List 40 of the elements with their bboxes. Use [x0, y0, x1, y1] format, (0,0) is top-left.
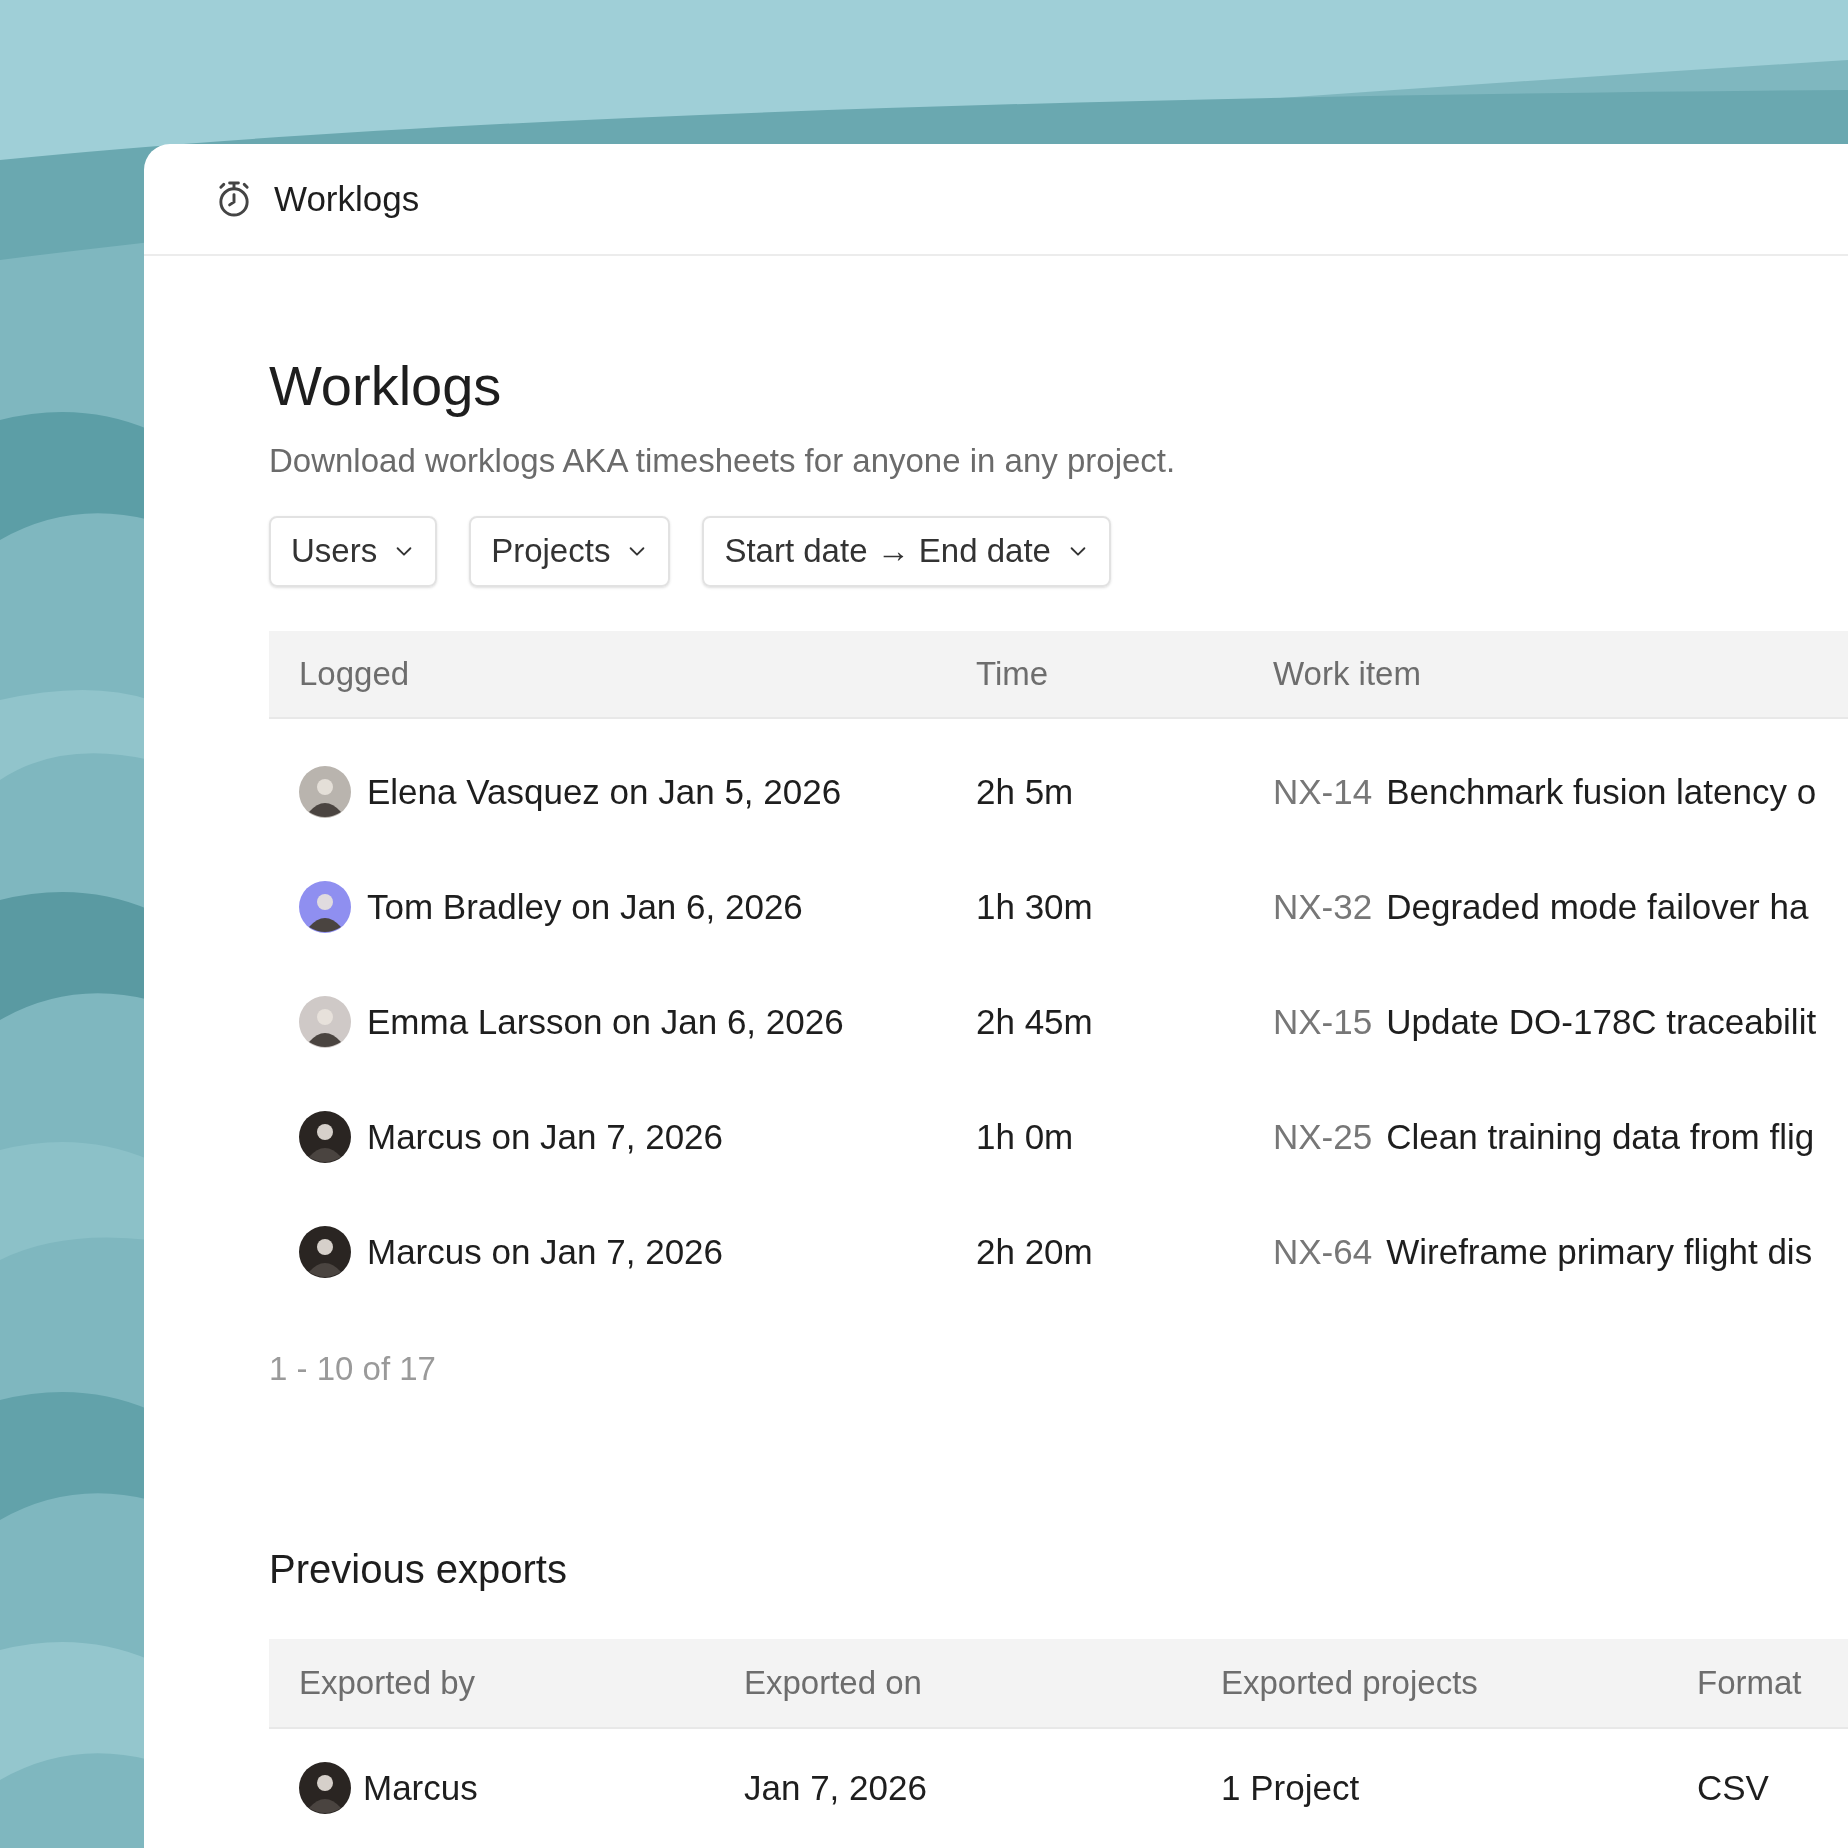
work-item-key: NX-14	[1273, 765, 1373, 819]
exported-on-cell-text: Jan 7, 2026	[744, 1766, 928, 1809]
logged-text: Tom Bradley on Jan 6, 2026	[367, 885, 803, 928]
logged-text: Emma Larsson on Jan 6, 2026	[367, 1000, 844, 1043]
logged-text: Marcus on Jan 7, 2026	[367, 1230, 724, 1273]
filter-dropdown[interactable]: Users	[269, 515, 438, 587]
format-cell-text: CSV	[1697, 1766, 1770, 1809]
exported-by-text: Marcus	[363, 1766, 478, 1809]
logged-text: Elena Vasquez on Jan 5, 2026	[367, 770, 842, 813]
work-item-key: NX-25	[1273, 1110, 1373, 1164]
pagination-text: 1 - 10 of 17	[269, 1348, 436, 1389]
time-cell-text: 2h 45m	[976, 1000, 1094, 1043]
work-item-key: NX-15	[1273, 995, 1373, 1049]
logged-text: Marcus on Jan 7, 2026	[367, 1115, 724, 1158]
header-title: Worklogs	[274, 177, 420, 220]
time-cell-text: 2h 5m	[976, 770, 1075, 813]
page-title: Worklogs	[269, 353, 503, 419]
work-item-title: Degraded mode failover ha	[1386, 885, 1809, 928]
time-cell-text: 1h 0m	[976, 1115, 1075, 1158]
page-subtitle: Download worklogs AKA timesheets for anyone in any project.	[269, 441, 1177, 481]
work-item-key: NX-64	[1273, 1225, 1373, 1279]
time-cell-text: 2h 20m	[976, 1230, 1094, 1273]
time-cell-text: 1h 30m	[976, 885, 1094, 928]
column-header: Exported by	[299, 1663, 477, 1704]
exported-projects-cell-text: 1 Project	[1221, 1766, 1361, 1809]
filter-dropdown[interactable]: Projects	[469, 515, 671, 587]
work-item-title: Clean training data from flig	[1386, 1115, 1815, 1158]
filter-dropdown[interactable]: Start date → End date	[702, 515, 1111, 587]
work-item-key: NX-32	[1273, 880, 1373, 934]
column-header: Exported projects	[1221, 1663, 1479, 1704]
work-item-title: Update DO-178C traceabilit	[1386, 1000, 1817, 1043]
section-title: Previous exports	[269, 1546, 567, 1593]
column-header: Logged	[299, 653, 411, 694]
work-item-title: Benchmark fusion latency o	[1386, 770, 1817, 813]
column-header: Exported on	[744, 1663, 923, 1704]
column-header: Work item	[1273, 653, 1422, 694]
column-header: Format	[1697, 1663, 1803, 1704]
work-item-title: Wireframe primary flight dis	[1386, 1230, 1813, 1273]
stopwatch-icon	[216, 180, 252, 218]
column-header: Time	[976, 653, 1050, 694]
